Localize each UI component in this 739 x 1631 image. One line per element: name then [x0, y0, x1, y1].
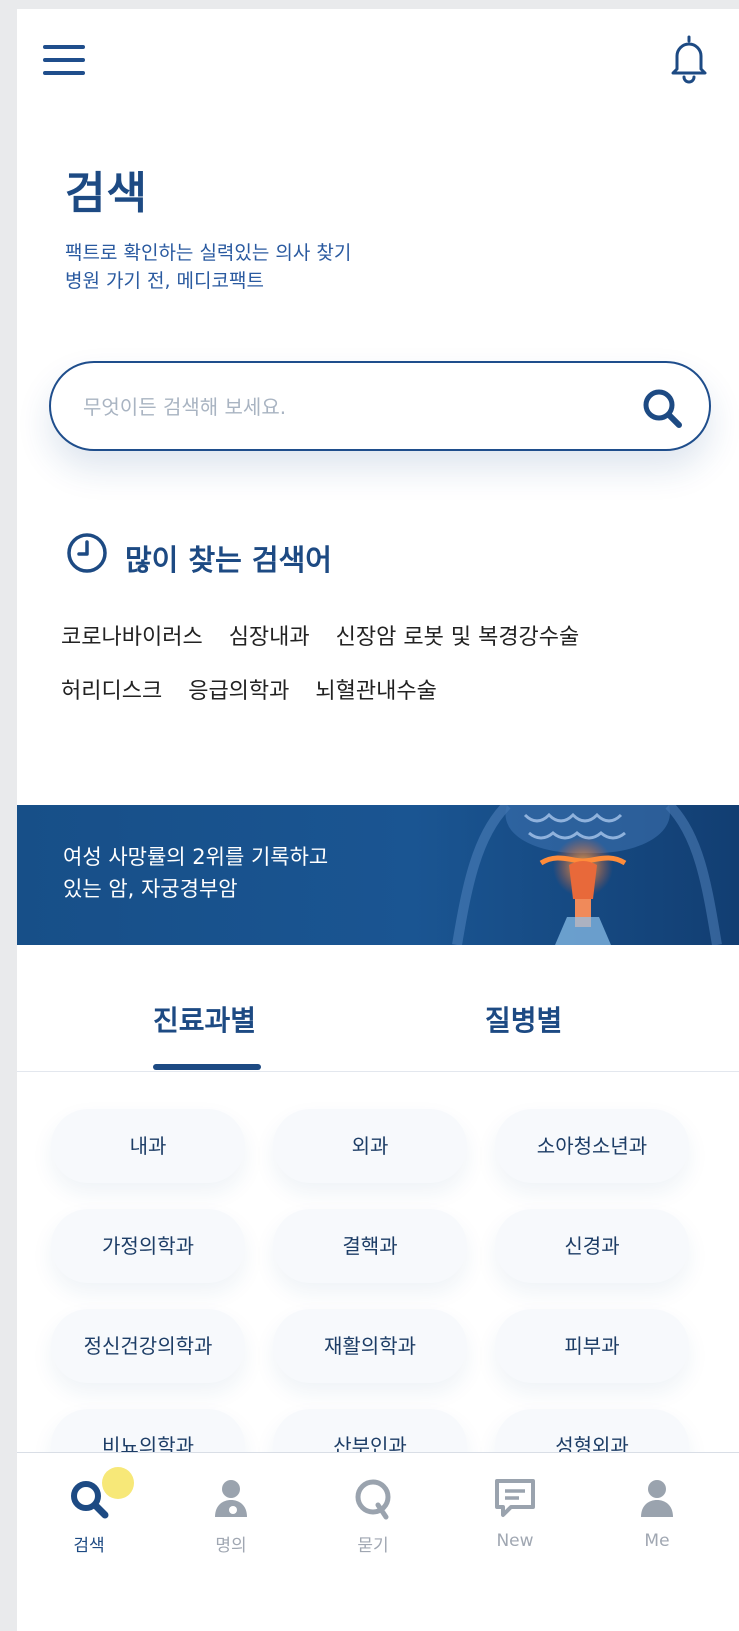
keyword-row-2: 허리디스크 응급의학과 뇌혈관내수술: [61, 673, 463, 705]
page-subtitle: 팩트로 확인하는 실력있는 의사 찾기 병원 가기 전, 메디코팩트: [65, 239, 351, 295]
keyword-link[interactable]: 코로나바이러스: [61, 619, 203, 651]
keyword-link[interactable]: 뇌혈관내수술: [315, 673, 436, 705]
department-grid: 내과 외과 소아청소년과 가정의학과 결핵과 신경과 정신건강의학과 재활의학과…: [17, 1109, 739, 1483]
q-icon: [355, 1479, 391, 1520]
nav-item-doctor[interactable]: 명의: [171, 1453, 291, 1593]
tab-by-department[interactable]: 진료과별: [153, 999, 256, 1039]
category-tabs: 진료과별 질병별: [17, 971, 739, 1072]
app-screen: 검색 팩트로 확인하는 실력있는 의사 찾기 병원 가기 전, 메디코팩트 많이…: [17, 9, 739, 1631]
bell-icon[interactable]: [667, 33, 711, 85]
nav-label: 묻기: [357, 1536, 389, 1556]
doctor-icon: [215, 1480, 247, 1517]
chat-icon: [495, 1479, 535, 1517]
nav-item-new[interactable]: New: [455, 1453, 575, 1593]
nav-item-ask[interactable]: 묻기: [313, 1453, 433, 1593]
tab-by-disease[interactable]: 질병별: [485, 999, 562, 1039]
keyword-link[interactable]: 허리디스크: [61, 673, 162, 705]
department-chip[interactable]: 재활의학과: [273, 1309, 467, 1383]
nav-item-search[interactable]: 검색: [29, 1453, 149, 1593]
search-icon[interactable]: [639, 385, 685, 431]
banner-line-1: 여성 사망률의 2위를 기록하고: [63, 845, 329, 869]
keyword-link[interactable]: 심장내과: [229, 619, 310, 651]
clock-icon: [67, 533, 107, 573]
subtitle-line-2: 병원 가기 전, 메디코팩트: [65, 270, 264, 292]
nav-label: 검색: [73, 1536, 105, 1556]
promo-banner[interactable]: 여성 사망률의 2위를 기록하고 있는 암, 자궁경부암: [17, 805, 739, 945]
department-chip[interactable]: 결핵과: [273, 1209, 467, 1283]
nav-label: Me: [644, 1531, 670, 1551]
department-chip[interactable]: 내과: [51, 1109, 245, 1183]
subtitle-line-1: 팩트로 확인하는 실력있는 의사 찾기: [65, 242, 352, 264]
top-bar: [17, 9, 739, 119]
department-chip[interactable]: 피부과: [495, 1309, 689, 1383]
person-icon: [641, 1480, 673, 1517]
keyword-link[interactable]: 응급의학과: [188, 673, 289, 705]
department-chip[interactable]: 외과: [273, 1109, 467, 1183]
anatomy-illustration: [452, 805, 722, 945]
active-tab-indicator: [153, 1064, 261, 1070]
bottom-nav: 검색 명의 묻기 New Me: [17, 1452, 739, 1631]
department-chip[interactable]: 소아청소년과: [495, 1109, 689, 1183]
nav-label: New: [496, 1531, 534, 1551]
department-chip[interactable]: 정신건강의학과: [51, 1309, 245, 1383]
department-chip[interactable]: 가정의학과: [51, 1209, 245, 1283]
banner-text: 여성 사망률의 2위를 기록하고 있는 암, 자궁경부암: [63, 841, 328, 905]
banner-line-2: 있는 암, 자궁경부암: [63, 877, 238, 901]
nav-item-me[interactable]: Me: [597, 1453, 717, 1593]
department-chip[interactable]: 신경과: [495, 1209, 689, 1283]
keyword-row-1: 코로나바이러스 심장내과 신장암 로봇 및 복경강수술: [61, 619, 605, 651]
search-input[interactable]: [81, 383, 605, 431]
search-box: [49, 361, 711, 451]
popular-searches-title: 많이 찾는 검색어: [125, 543, 332, 577]
hamburger-menu-icon[interactable]: [43, 43, 85, 77]
search-icon: [71, 1481, 109, 1519]
page-title: 검색: [65, 168, 148, 219]
keyword-link[interactable]: 신장암 로봇 및 복경강수술: [336, 619, 580, 651]
nav-label: 명의: [215, 1536, 247, 1556]
